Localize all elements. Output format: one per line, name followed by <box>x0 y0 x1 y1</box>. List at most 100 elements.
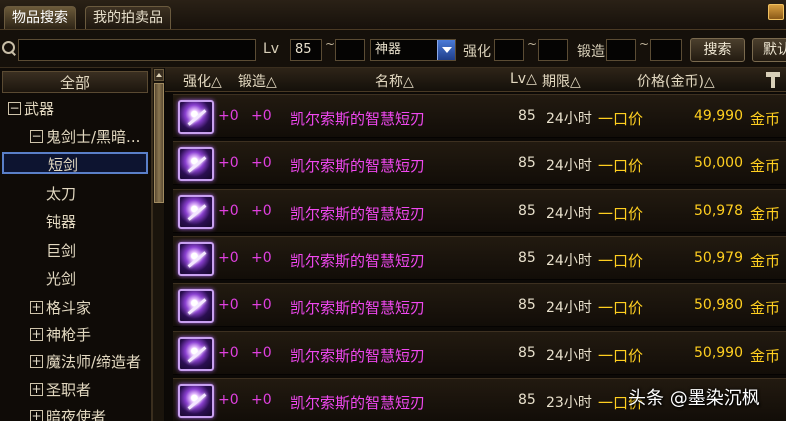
window-menu-icon[interactable] <box>768 4 784 20</box>
tab-my-auctions[interactable]: 我的拍卖品 <box>85 6 171 29</box>
category-mage[interactable]: + 魔法师/缔造者 <box>2 351 141 373</box>
price-unit: 金币 <box>750 347 781 365</box>
item-name: 凯尔索斯的智慧短刃 <box>290 299 426 317</box>
strengthen-value: +0 <box>218 297 239 313</box>
scrollbar-thumb[interactable] <box>154 83 164 203</box>
forge-value: +0 <box>251 203 272 219</box>
sort-price[interactable]: 价格(金币)△ <box>637 71 715 91</box>
column-headers: 强化△ 锻造△ 名称△ Lv△ 期限△ 价格(金币)△ <box>165 68 786 92</box>
listing-row[interactable]: +0 +0 凯尔索斯的智慧短刃 85 24小时 一口价 50,000 金币 <box>173 141 786 185</box>
category-sidebar: 全部 − 武器 − 鬼剑士/黑暗... 短剑 太刀 钝器 巨剑 光剑 + 格斗家… <box>0 68 152 421</box>
remaining-time: 24小时 <box>546 158 592 174</box>
item-dagger-icon[interactable] <box>178 100 214 134</box>
strengthen-min-input[interactable] <box>494 39 524 61</box>
sort-name[interactable]: 名称△ <box>375 71 414 91</box>
lv-min-input[interactable]: 85 <box>290 39 322 61</box>
item-dagger-icon[interactable] <box>178 384 214 418</box>
category-all[interactable]: 全部 <box>2 71 148 93</box>
category-katana[interactable]: 太刀 <box>2 183 76 205</box>
strengthen-value: +0 <box>218 155 239 171</box>
scroll-up-icon[interactable] <box>154 69 164 81</box>
expand-icon[interactable]: + <box>30 410 43 421</box>
listing-row[interactable]: +0 +0 凯尔索斯的智慧短刃 85 24小时 一口价 50,980 金币 <box>173 283 786 327</box>
item-name: 凯尔索斯的智慧短刃 <box>290 205 426 223</box>
collapse-icon[interactable]: − <box>8 102 21 115</box>
category-greatsword[interactable]: 巨剑 <box>2 240 76 262</box>
listing-row[interactable]: +0 +0 凯尔索斯的智慧短刃 85 24小时 一口价 49,990 金币 <box>173 94 786 138</box>
listing-row[interactable]: +0 +0 凯尔索斯的智慧短刃 85 24小时 一口价 50,979 金币 <box>173 236 786 280</box>
category-priest[interactable]: + 圣职者 <box>2 379 91 401</box>
search-bar: Lv 85 ~ 神器 强化 ~ 锻造 ~ 搜索 默认 <box>0 30 786 68</box>
item-level: 85 <box>518 392 536 408</box>
forge-max-input[interactable] <box>650 39 682 61</box>
price-value: 50,978 <box>694 203 743 219</box>
strengthen-value: +0 <box>218 392 239 408</box>
sort-forge[interactable]: 锻造△ <box>238 71 277 91</box>
keyword-input[interactable] <box>18 39 256 61</box>
listing-row[interactable]: +0 +0 凯尔索斯的智慧短刃 85 24小时 一口价 50,990 金币 <box>173 331 786 375</box>
lv-label: Lv <box>263 41 280 57</box>
item-dagger-icon[interactable] <box>178 195 214 229</box>
forge-value: +0 <box>251 392 272 408</box>
category-mage-label: 魔法师/缔造者 <box>46 353 142 371</box>
expand-icon[interactable]: + <box>30 355 43 368</box>
sidebar-scrollbar[interactable] <box>152 68 164 421</box>
type-select[interactable]: 神器 <box>370 39 456 61</box>
lv-range-tilde: ~ <box>325 37 336 51</box>
forge-min-input[interactable] <box>606 39 636 61</box>
price-value: 50,979 <box>694 250 743 266</box>
listing-row[interactable]: +0 +0 凯尔索斯的智慧短刃 85 24小时 一口价 50,978 金币 <box>173 189 786 233</box>
expand-icon[interactable]: + <box>30 328 43 341</box>
sale-type: 一口价 <box>598 299 644 317</box>
category-fighter-label: 格斗家 <box>46 299 92 317</box>
chevron-down-icon[interactable] <box>437 40 455 60</box>
item-name: 凯尔索斯的智慧短刃 <box>290 110 426 128</box>
search-button[interactable]: 搜索 <box>690 38 745 62</box>
category-lightsabre[interactable]: 光剑 <box>2 268 76 290</box>
item-dagger-icon[interactable] <box>178 242 214 276</box>
tab-item-search[interactable]: 物品搜索 <box>4 6 76 29</box>
item-dagger-icon[interactable] <box>178 337 214 371</box>
tab-bar: 物品搜索 我的拍卖品 <box>0 0 786 30</box>
price-unit: 金币 <box>750 157 781 175</box>
lv-max-input[interactable] <box>335 39 365 61</box>
price-value: 50,990 <box>694 345 743 361</box>
default-button[interactable]: 默认 <box>752 38 786 62</box>
strengthen-max-input[interactable] <box>538 39 568 61</box>
item-level: 85 <box>518 108 536 124</box>
item-level: 85 <box>518 250 536 266</box>
expand-icon[interactable]: + <box>30 383 43 396</box>
price-unit: 金币 <box>750 299 781 317</box>
sort-strengthen[interactable]: 强化△ <box>183 71 222 91</box>
category-thief[interactable]: + 暗夜使者 <box>2 406 106 421</box>
forge-label: 锻造 <box>577 44 605 60</box>
category-weapon[interactable]: − 武器 <box>2 98 54 120</box>
strengthen-value: +0 <box>218 108 239 124</box>
price-unit: 金币 <box>750 252 781 270</box>
sale-type: 一口价 <box>598 205 644 223</box>
expand-icon[interactable]: + <box>30 301 43 314</box>
category-thief-label: 暗夜使者 <box>46 408 107 421</box>
category-fighter[interactable]: + 格斗家 <box>2 297 91 319</box>
watermark: 头条 @墨染沉枫 <box>628 388 760 409</box>
category-blunt[interactable]: 钝器 <box>2 211 76 233</box>
item-level: 85 <box>518 155 536 171</box>
category-short-sword[interactable]: 短剑 <box>2 152 148 174</box>
item-level: 85 <box>518 297 536 313</box>
category-ghost-swordsman[interactable]: − 鬼剑士/黑暗... <box>2 126 140 148</box>
strengthen-value: +0 <box>218 345 239 361</box>
hammer-icon[interactable] <box>766 72 780 88</box>
item-dagger-icon[interactable] <box>178 289 214 323</box>
strengthen-value: +0 <box>218 203 239 219</box>
collapse-icon[interactable]: − <box>30 130 43 143</box>
forge-value: +0 <box>251 297 272 313</box>
item-level: 85 <box>518 345 536 361</box>
sort-period[interactable]: 期限△ <box>542 71 581 91</box>
remaining-time: 24小时 <box>546 253 592 269</box>
category-ghost-swordsman-label: 鬼剑士/黑暗... <box>46 128 141 146</box>
item-dagger-icon[interactable] <box>178 147 214 181</box>
strengthen-label: 强化 <box>463 44 491 60</box>
sale-type: 一口价 <box>598 347 644 365</box>
category-gunner[interactable]: + 神枪手 <box>2 324 91 346</box>
sort-lv[interactable]: Lv△ <box>510 71 537 87</box>
